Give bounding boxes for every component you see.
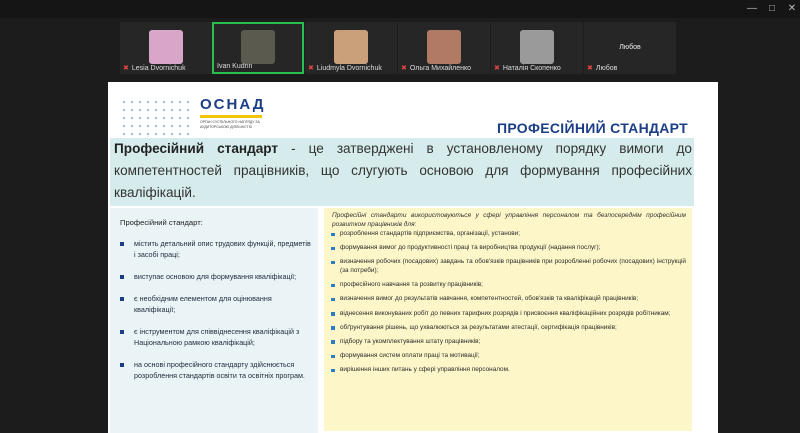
list-item: професійного навчання та розвитку праців… <box>330 281 686 290</box>
participant-video <box>334 30 368 64</box>
logo-dot-grid <box>120 98 194 138</box>
muted-mic-icon: ✖ <box>401 65 407 72</box>
list-item: розроблення стандартів підприємства, орг… <box>330 230 686 239</box>
participant-name: Ivan Kudrin <box>217 63 253 70</box>
list-item: є необхідним елементом для оцінювання кв… <box>118 293 314 315</box>
bullet-icon <box>331 368 335 373</box>
right-panel: Професійні стандарти використовуються у … <box>324 208 692 431</box>
left-heading: Професійний стандарт: <box>120 218 203 227</box>
shared-slide: ОСНАД Орган суспільного нагляду за аудит… <box>108 82 718 433</box>
muted-mic-icon: ✖ <box>587 65 593 72</box>
participant-name: Liudmyla Dvornichuk <box>316 65 382 72</box>
participant-name: Наталія Скопенко <box>502 65 561 72</box>
muted-mic-icon: ✖ <box>123 65 129 72</box>
participant-name: Lesia Dvornichuk <box>131 65 186 72</box>
bullet-icon <box>331 260 335 265</box>
list-item: вирішення інших питань у сфері управлінн… <box>330 366 686 375</box>
participants-strip: ✖ Lesia Dvornichuk Ivan Kudrin ✖ Liudmyla … <box>0 18 800 78</box>
slide-title: ПРОФЕСІЙНИЙ СТАНДАРТ <box>496 120 688 136</box>
list-item: визначення вимог до результатів навчання… <box>330 295 686 304</box>
muted-mic-icon: ✖ <box>308 65 314 72</box>
list-item: виступає основою для формування кваліфік… <box>118 271 314 282</box>
list-item: формування вимог до продуктивності праці… <box>330 244 686 253</box>
definition-term: Професійний стандарт <box>114 141 279 156</box>
logo-subtitle: Орган суспільного нагляду за аудиторсько… <box>200 120 260 129</box>
logo: ОСНАД <box>200 96 266 113</box>
right-intro: Професійні стандарти використовуються у … <box>332 212 686 228</box>
bullet-icon <box>120 274 124 279</box>
participant-video <box>427 30 461 64</box>
bullet-icon <box>120 362 124 367</box>
bullet-icon <box>120 241 124 246</box>
window-titlebar: — □ ✕ <box>0 0 800 18</box>
list-item: визначення робочих (посадових) завдань т… <box>330 258 686 275</box>
logo-underline <box>200 115 262 118</box>
bullet-icon <box>331 232 335 236</box>
left-list: містить детальний опис трудових функцій,… <box>118 238 314 392</box>
bullet-icon <box>331 297 335 302</box>
participant-tile-active[interactable]: Ivan Kudrin <box>212 22 304 74</box>
participant-tile[interactable]: Любов ✖ Любов <box>584 22 676 74</box>
participant-tile[interactable]: ✖ Ольга Михайленко <box>398 22 490 74</box>
participant-name: Ольга Михайленко <box>409 65 472 72</box>
participant-video <box>241 30 275 64</box>
bullet-icon <box>331 326 335 330</box>
list-item: віднесення виконуваних робіт до певних т… <box>330 310 686 319</box>
close-button[interactable]: ✕ <box>782 2 800 16</box>
list-item: містить детальний опис трудових функцій,… <box>118 238 314 260</box>
minimize-button[interactable]: — <box>742 2 762 16</box>
bullet-icon <box>331 354 335 359</box>
participant-tile[interactable]: ✖ Наталія Скопенко <box>491 22 583 74</box>
list-item: формування систем оплати праці та мотива… <box>330 352 686 361</box>
participant-video <box>520 30 554 64</box>
bullet-icon <box>331 340 335 344</box>
left-panel: Професійний стандарт: містить детальний … <box>110 208 318 433</box>
bullet-icon <box>331 283 335 288</box>
muted-mic-icon: ✖ <box>494 65 500 72</box>
bullet-icon <box>120 329 124 334</box>
list-item: є інструментом для співвіднесення кваліф… <box>118 326 314 348</box>
participant-name: Любов <box>595 65 618 72</box>
bullet-icon <box>120 296 124 301</box>
maximize-button[interactable]: □ <box>762 2 782 16</box>
participant-tile[interactable]: ✖ Liudmyla Dvornichuk <box>305 22 397 74</box>
list-item: обґрунтування рішень, що ухвалюються за … <box>330 324 686 333</box>
list-item: підбору та укомплектування штату працівн… <box>330 338 686 347</box>
participant-tile[interactable]: ✖ Lesia Dvornichuk <box>120 22 212 74</box>
participant-center-label: Любов <box>619 44 641 51</box>
participant-video <box>149 30 183 64</box>
list-item: на основі професійного стандарту здійсню… <box>118 359 314 381</box>
bullet-icon <box>331 312 335 316</box>
bullet-icon <box>331 246 335 251</box>
definition-box: Професійний стандарт - це затверджені в … <box>110 138 694 206</box>
right-list: розроблення стандартів підприємства, орг… <box>330 230 686 380</box>
